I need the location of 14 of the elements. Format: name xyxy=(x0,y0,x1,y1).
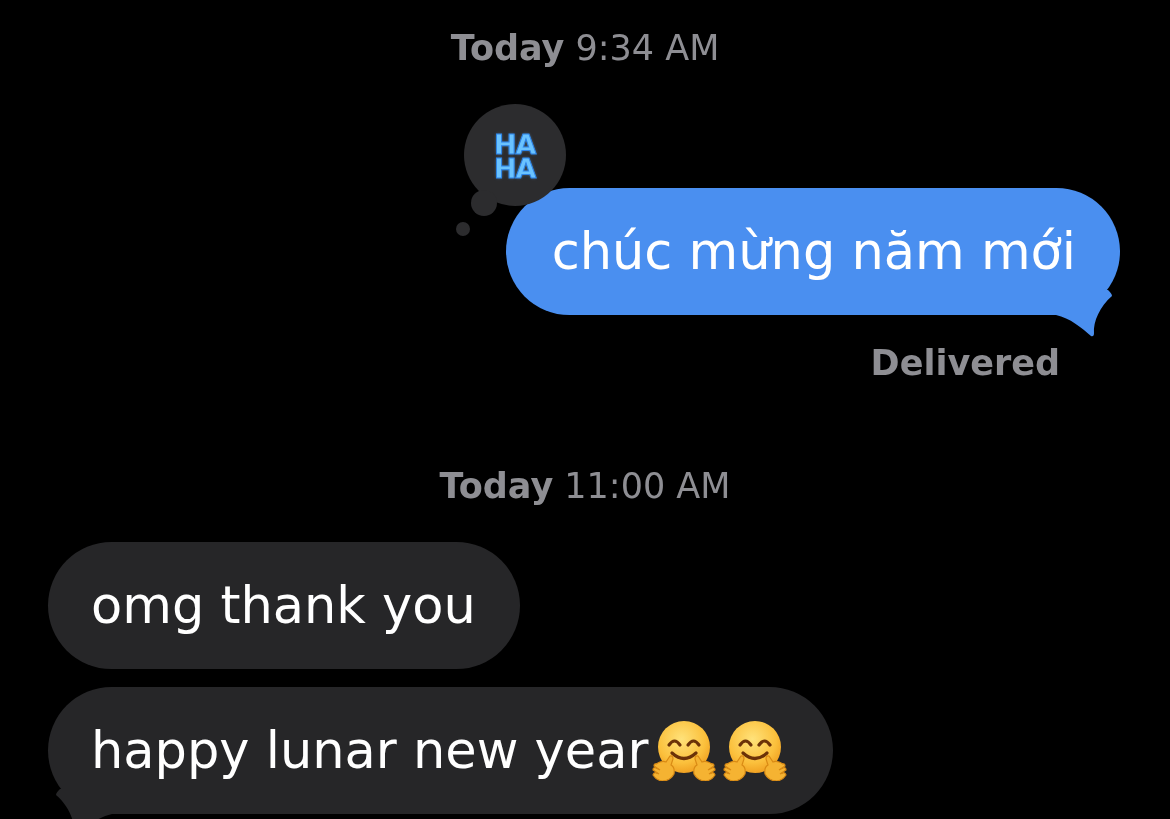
reaction-badge[interactable]: HA HA xyxy=(463,104,566,206)
timestamp: Today 9:34 AM xyxy=(450,27,720,69)
message-text: omg thank you xyxy=(91,575,476,636)
delivery-status: Delivered xyxy=(870,342,1060,384)
reaction-label: HA HA xyxy=(493,133,536,181)
message-text: chúc mừng năm mới xyxy=(551,221,1076,282)
message-text: happy lunar new year xyxy=(91,720,649,781)
timestamp: Today 11:00 AM xyxy=(439,465,731,507)
message-bubble[interactable]: happy lunar new year xyxy=(48,687,834,814)
hugging-face-emoji-icon xyxy=(652,720,717,781)
bubble-tail xyxy=(1056,290,1112,337)
message-bubble[interactable]: omg thank you xyxy=(48,542,520,669)
hugging-face-emoji-icon xyxy=(723,720,788,781)
thought-dots-icon xyxy=(455,190,497,236)
